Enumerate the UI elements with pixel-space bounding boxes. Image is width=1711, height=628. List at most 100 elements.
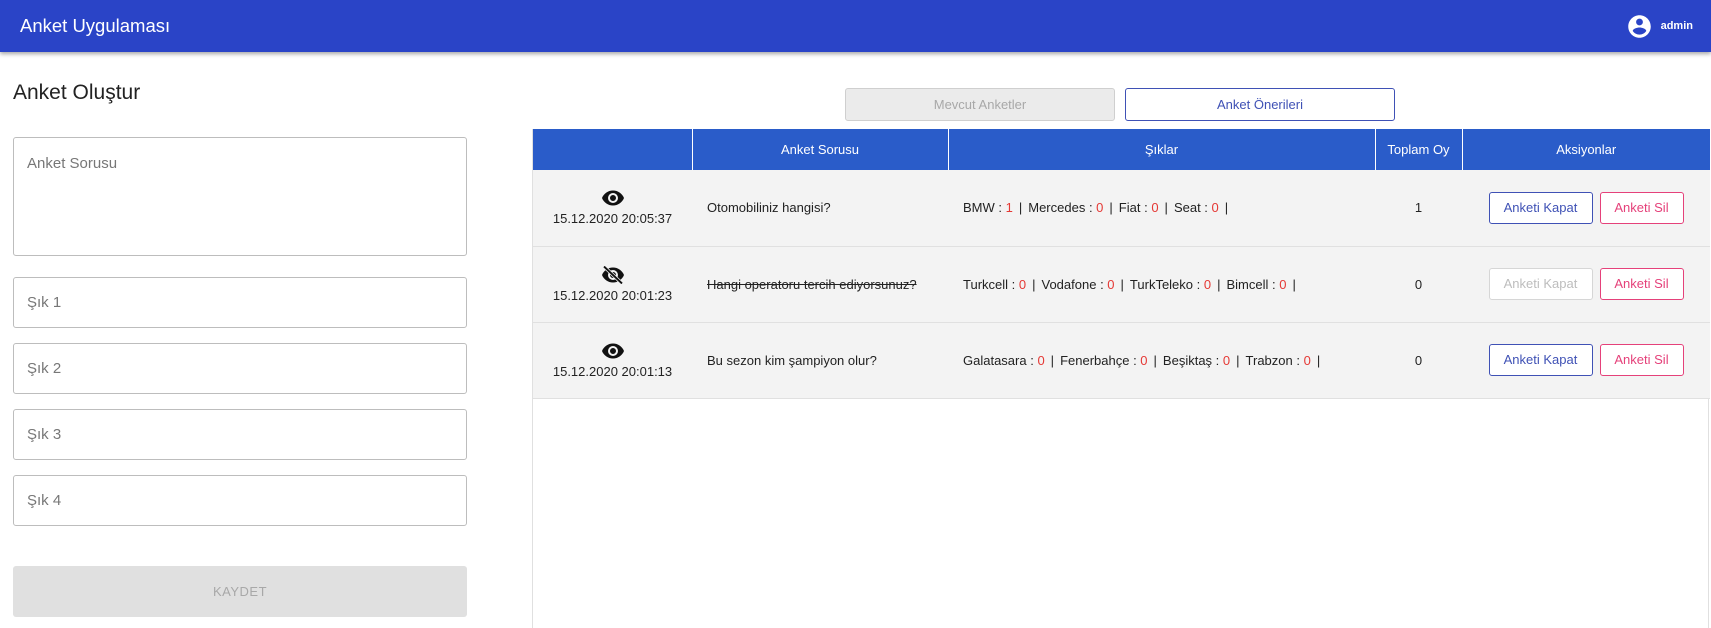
option-4-placeholder: Şık 4 [27, 492, 62, 509]
poll-tabs: Mevcut Anketler Anket Önerileri [845, 88, 1395, 121]
close-poll-button[interactable]: Anketi Kapat [1488, 344, 1593, 376]
option-name: BMW [963, 200, 995, 216]
table-row: 15.12.2020 20:05:37 Otomobiliniz hangisi?… [533, 170, 1710, 246]
option-name: Trabzon [1245, 352, 1293, 368]
option-entry: Trabzon : 0 | [1245, 352, 1321, 368]
polls-table: Anket Sorusu Şıklar Toplam Oy Aksiyonlar… [532, 129, 1710, 628]
option-1-placeholder: Şık 1 [27, 294, 62, 311]
question-input[interactable]: Anket Sorusu [13, 137, 467, 256]
option-3-placeholder: Şık 3 [27, 426, 62, 443]
option-separator: | [1316, 352, 1321, 368]
option-name: Turkcell [963, 276, 1009, 292]
option-separator: | [1217, 276, 1221, 292]
option-separator: | [1236, 352, 1240, 368]
option-separator: | [1120, 276, 1124, 292]
date-cell: 15.12.2020 20:01:13 [533, 322, 692, 398]
delete-poll-button[interactable]: Anketi Sil [1599, 344, 1684, 376]
user-menu[interactable]: admin [1626, 13, 1693, 40]
eye-off-icon[interactable] [601, 264, 625, 285]
header-question: Anket Sorusu [692, 129, 949, 170]
delete-poll-button[interactable]: Anketi Sil [1599, 268, 1684, 300]
eye-icon[interactable] [601, 342, 625, 360]
option-name: Bimcell [1226, 276, 1269, 292]
poll-question: Bu sezon kim şampiyon olur? [707, 352, 877, 368]
option-name: Vodafone [1041, 276, 1097, 292]
tab-existing-polls[interactable]: Mevcut Anketler [845, 88, 1115, 121]
question-cell: Bu sezon kim şampiyon olur? [692, 322, 948, 398]
poll-date: 15.12.2020 20:05:37 [552, 211, 673, 227]
table-row: 15.12.2020 20:01:23 Hangi operatoru terci… [533, 246, 1710, 322]
option-3-input[interactable]: Şık 3 [13, 409, 467, 460]
option-votes: 0 [1096, 200, 1104, 216]
option-separator: | [1292, 276, 1296, 292]
app-title: Anket Uygulaması [20, 15, 171, 36]
total-votes: 0 [1414, 276, 1423, 292]
option-name: Fiat [1118, 200, 1141, 216]
table-row: 15.12.2020 20:01:13 Bu sezon kim şampiyon… [533, 322, 1710, 398]
close-poll-button[interactable]: Anketi Kapat [1488, 268, 1593, 300]
option-separator: | [1109, 200, 1113, 216]
poll-date: 15.12.2020 20:01:13 [552, 363, 673, 379]
account-icon[interactable] [1626, 13, 1653, 40]
options-cell: Turkcell : 0 | Vodafone : 0 | TurkTeleko : 0… [948, 246, 1375, 322]
user-name: admin [1660, 20, 1693, 32]
eye-icon[interactable] [601, 189, 625, 207]
option-4-input[interactable]: Şık 4 [13, 475, 467, 526]
form-heading: Anket Oluştur [13, 81, 141, 104]
tab-poll-suggestions[interactable]: Anket Önerileri [1125, 88, 1395, 121]
option-entry: Bimcell : 0 | [1226, 276, 1296, 292]
option-entry: BMW : 1 | [963, 200, 1023, 216]
option-name: Beşiktaş [1162, 352, 1213, 368]
option-name: TurkTeleko [1129, 276, 1194, 292]
option-entry: Beşiktaş : 0 | [1162, 352, 1240, 368]
date-cell: 15.12.2020 20:01:23 [533, 246, 692, 322]
option-votes: 0 [1018, 276, 1027, 292]
poll-question: Hangi operatoru tercih ediyorsunuz? [707, 276, 917, 292]
option-votes: 0 [1222, 352, 1231, 368]
option-name: Galatasara [963, 352, 1027, 368]
option-votes: 0 [1107, 276, 1115, 292]
option-entry: TurkTeleko : 0 | [1129, 276, 1221, 292]
option-2-placeholder: Şık 2 [27, 360, 62, 377]
create-poll-panel: Anket Oluştur Anket Sorusu Şık 1 Şık 2 Ş… [13, 52, 468, 617]
option-votes: 0 [1037, 352, 1045, 368]
option-entry: Fenerbahçe : 0 | [1060, 352, 1157, 368]
option-votes: 0 [1279, 276, 1287, 292]
option-separator: | [1153, 352, 1157, 368]
option-separator: | [1224, 200, 1229, 216]
option-entry: Galatasara : 0 | [963, 352, 1055, 368]
header-date [533, 129, 693, 170]
option-votes: 0 [1303, 352, 1311, 368]
option-separator: | [1050, 352, 1055, 368]
table-header-row: Anket Sorusu Şıklar Toplam Oy Aksiyonlar [533, 129, 1710, 170]
option-votes: 0 [1140, 352, 1148, 368]
header-actions: Aksiyonlar [1462, 129, 1710, 170]
option-entry: Fiat : 0 | [1118, 200, 1168, 216]
option-1-input[interactable]: Şık 1 [13, 277, 467, 328]
option-separator: | [1018, 200, 1023, 216]
option-entry: Turkcell : 0 | [963, 276, 1036, 292]
header-options: Şıklar [948, 129, 1376, 170]
date-cell: 15.12.2020 20:05:37 [533, 170, 692, 246]
question-cell: Otomobiliniz hangisi? [692, 170, 948, 246]
option-votes: 0 [1151, 200, 1159, 216]
options-cell: BMW : 1 | Mercedes : 0 | Fiat : 0 | Seat : 0 | [948, 170, 1375, 246]
options-cell: Galatasara : 0 | Fenerbahçe : 0 | Beşiktaş :… [948, 322, 1375, 398]
question-placeholder: Anket Sorusu [27, 155, 118, 172]
option-2-input[interactable]: Şık 2 [13, 343, 467, 394]
poll-date: 15.12.2020 20:01:23 [552, 287, 673, 303]
option-separator: | [1164, 200, 1168, 216]
total-votes: 0 [1414, 352, 1423, 368]
save-button[interactable]: KAYDET [13, 566, 467, 617]
header-total-votes: Toplam Oy [1375, 129, 1463, 170]
actions-cell: Anketi Kapat Anketi Sil [1462, 170, 1710, 246]
option-votes: 0 [1211, 200, 1219, 216]
delete-poll-button[interactable]: Anketi Sil [1599, 191, 1684, 224]
close-poll-button[interactable]: Anketi Kapat [1488, 191, 1593, 224]
actions-cell: Anketi Kapat Anketi Sil [1462, 322, 1710, 398]
option-entry: Mercedes : 0 | [1028, 200, 1113, 216]
total-votes: 1 [1414, 200, 1423, 216]
option-name: Mercedes [1028, 200, 1086, 216]
option-entry: Seat : 0 | [1173, 200, 1229, 216]
option-votes: 0 [1203, 276, 1212, 292]
